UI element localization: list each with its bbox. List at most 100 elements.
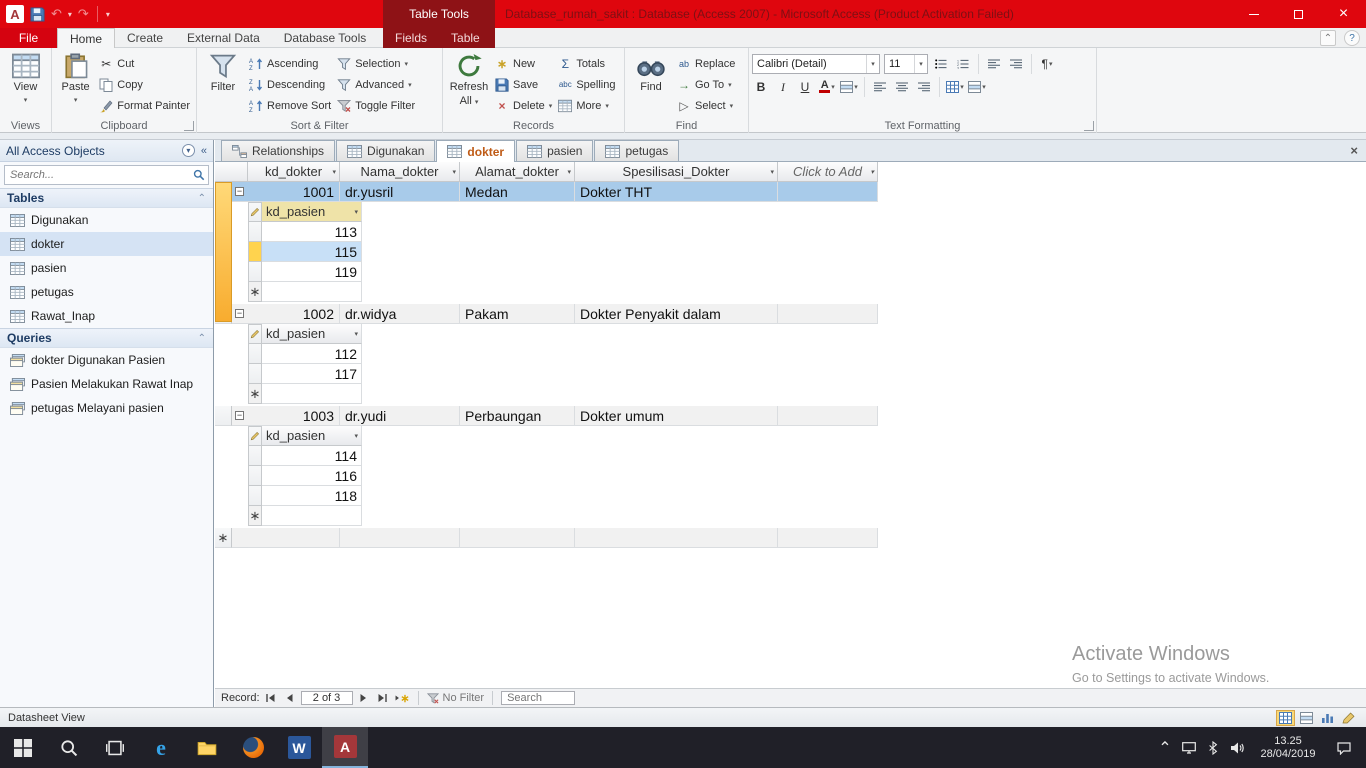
- undo-dropdown-icon[interactable]: ▾: [68, 10, 72, 19]
- ascending-button[interactable]: Ascending: [246, 54, 334, 73]
- nav-search-box[interactable]: [4, 165, 209, 185]
- search-icon[interactable]: [193, 169, 205, 181]
- column-header-click-to-add[interactable]: Click to Add ▾: [778, 162, 878, 182]
- sidebar-item-dokter[interactable]: dokter: [0, 232, 213, 256]
- taskbar-search-button[interactable]: [46, 727, 92, 768]
- cell-kd-dokter[interactable]: 1001: [248, 182, 340, 202]
- taskbar-explorer-button[interactable]: [184, 727, 230, 768]
- replace-button[interactable]: ab Replace: [674, 54, 738, 73]
- advanced-button[interactable]: Advanced ▾: [334, 75, 418, 94]
- gridlines-button[interactable]: ▾: [946, 78, 964, 96]
- record-selector[interactable]: [215, 406, 232, 426]
- chevron-down-icon[interactable]: ▾: [770, 168, 774, 176]
- sub-record-selector[interactable]: [248, 344, 262, 364]
- dialog-launcher-icon[interactable]: [184, 121, 194, 131]
- shutter-bar-icon[interactable]: «: [201, 145, 207, 157]
- table-row[interactable]: − 1001 dr.yusril Medan Dokter THT: [215, 182, 1366, 202]
- doc-tab-pasien[interactable]: pasien: [516, 140, 594, 161]
- paste-button[interactable]: Paste ▾: [55, 50, 96, 117]
- sub-row[interactable]: 114: [248, 446, 362, 466]
- tab-file[interactable]: File: [0, 28, 57, 48]
- cell-alamat-dokter[interactable]: Pakam: [460, 304, 575, 324]
- cell-alamat-dokter[interactable]: Perbaungan: [460, 406, 575, 426]
- column-header-alamat-dokter[interactable]: Alamat_dokter ▾: [460, 162, 575, 182]
- refresh-all-button[interactable]: Refresh All ▾: [446, 50, 492, 117]
- sub-record-selector[interactable]: [248, 364, 262, 384]
- go-to-button[interactable]: → Go To ▾: [674, 75, 738, 94]
- chevron-down-icon[interactable]: ▾: [354, 330, 358, 338]
- selection-button[interactable]: Selection ▾: [334, 54, 418, 73]
- section-header-tables[interactable]: Tables ⌃: [0, 188, 213, 208]
- tab-create[interactable]: Create: [115, 28, 175, 48]
- next-record-button[interactable]: [356, 691, 372, 705]
- descending-button[interactable]: Descending: [246, 75, 334, 94]
- previous-record-button[interactable]: [282, 691, 298, 705]
- sidebar-item-digunakan[interactable]: Digunakan: [0, 208, 213, 232]
- tab-fields[interactable]: Fields: [383, 28, 439, 48]
- increase-indent-button[interactable]: [1007, 55, 1025, 73]
- record-search-box[interactable]: [501, 691, 576, 705]
- find-button[interactable]: Find: [628, 50, 674, 117]
- align-left-button[interactable]: [871, 78, 889, 96]
- cell-spesilisasi-dokter[interactable]: Dokter umum: [575, 406, 778, 426]
- chevron-down-icon[interactable]: ▾: [332, 168, 336, 176]
- cell-kd-pasien[interactable]: 113: [262, 222, 362, 242]
- sub-row[interactable]: 118: [248, 486, 362, 506]
- sidebar-item-query-pasien-rawat-inap[interactable]: Pasien Melakukan Rawat Inap: [0, 372, 213, 396]
- copy-button[interactable]: Copy: [96, 75, 193, 94]
- cell-kd-pasien[interactable]: 112: [262, 344, 362, 364]
- nav-menu-icon[interactable]: ▾: [181, 144, 195, 157]
- column-header-kd-dokter[interactable]: kd_dokter ▾: [248, 162, 340, 182]
- datasheet-view-button[interactable]: [1276, 709, 1295, 726]
- collapse-toggle[interactable]: −: [232, 182, 248, 202]
- sidebar-item-pasien[interactable]: pasien: [0, 256, 213, 280]
- hidden-icons-chevron[interactable]: ⌃: [1153, 727, 1177, 768]
- redo-icon[interactable]: ↷: [78, 0, 89, 28]
- start-button[interactable]: [0, 727, 46, 768]
- cell-kd-pasien-new[interactable]: [262, 282, 362, 302]
- numbering-button[interactable]: [954, 55, 972, 73]
- chevron-down-icon[interactable]: ▾: [452, 168, 456, 176]
- bold-button[interactable]: B: [752, 78, 770, 96]
- minimize-ribbon-icon[interactable]: ⌃: [1320, 30, 1336, 46]
- sub-row[interactable]: 112: [248, 344, 362, 364]
- sub-column-header-kd-pasien[interactable]: kd_pasien ▾: [262, 426, 362, 446]
- cell-kd-pasien[interactable]: 118: [262, 486, 362, 506]
- doc-tab-dokter[interactable]: dokter: [436, 140, 516, 162]
- text-direction-button[interactable]: ¶ ▾: [1038, 55, 1056, 73]
- search-input[interactable]: [8, 168, 193, 182]
- cell-kd-pasien[interactable]: 115: [262, 242, 362, 262]
- new-record-button[interactable]: ∗ New: [492, 54, 555, 73]
- bullets-button[interactable]: [932, 55, 950, 73]
- help-icon[interactable]: ?: [1344, 30, 1360, 46]
- tab-table[interactable]: Table: [439, 28, 492, 48]
- more-button[interactable]: More ▾: [555, 96, 618, 115]
- alternate-row-color-button[interactable]: ▾: [968, 78, 986, 96]
- table-row[interactable]: − 1003 dr.yudi Perbaungan Dokter umum: [215, 406, 1366, 426]
- cell-nama-dokter[interactable]: dr.yudi: [340, 406, 460, 426]
- cell-nama-dokter[interactable]: dr.widya: [340, 304, 460, 324]
- cell-nama-dokter[interactable]: dr.yusril: [340, 182, 460, 202]
- display-tray-icon[interactable]: [1177, 727, 1201, 768]
- remove-sort-button[interactable]: Remove Sort: [246, 96, 334, 115]
- cell-click-to-add[interactable]: [778, 304, 878, 324]
- chevron-down-icon[interactable]: ▾: [354, 208, 358, 216]
- minimize-button[interactable]: [1231, 0, 1276, 28]
- cut-button[interactable]: ✂ Cut: [96, 54, 193, 73]
- volume-tray-icon[interactable]: [1225, 727, 1249, 768]
- new-record-icon[interactable]: ∗: [248, 384, 262, 404]
- taskbar-word-button[interactable]: W: [276, 727, 322, 768]
- new-record-icon[interactable]: ∗: [215, 528, 232, 548]
- cell-kd-pasien[interactable]: 114: [262, 446, 362, 466]
- sidebar-item-rawat-inap[interactable]: Rawat_Inap: [0, 304, 213, 328]
- first-record-button[interactable]: [263, 691, 279, 705]
- underline-button[interactable]: U: [796, 78, 814, 96]
- sub-record-selector[interactable]: [248, 222, 262, 242]
- spelling-button[interactable]: abc Spelling: [555, 75, 618, 94]
- delete-button[interactable]: × Delete ▾: [492, 96, 555, 115]
- access-app-icon[interactable]: A: [6, 5, 24, 23]
- tab-home[interactable]: Home: [57, 28, 116, 48]
- cell-spesilisasi-dokter[interactable]: Dokter Penyakit dalam: [575, 304, 778, 324]
- cell-new[interactable]: [778, 528, 878, 548]
- sub-column-header-kd-pasien[interactable]: kd_pasien ▾: [262, 202, 362, 222]
